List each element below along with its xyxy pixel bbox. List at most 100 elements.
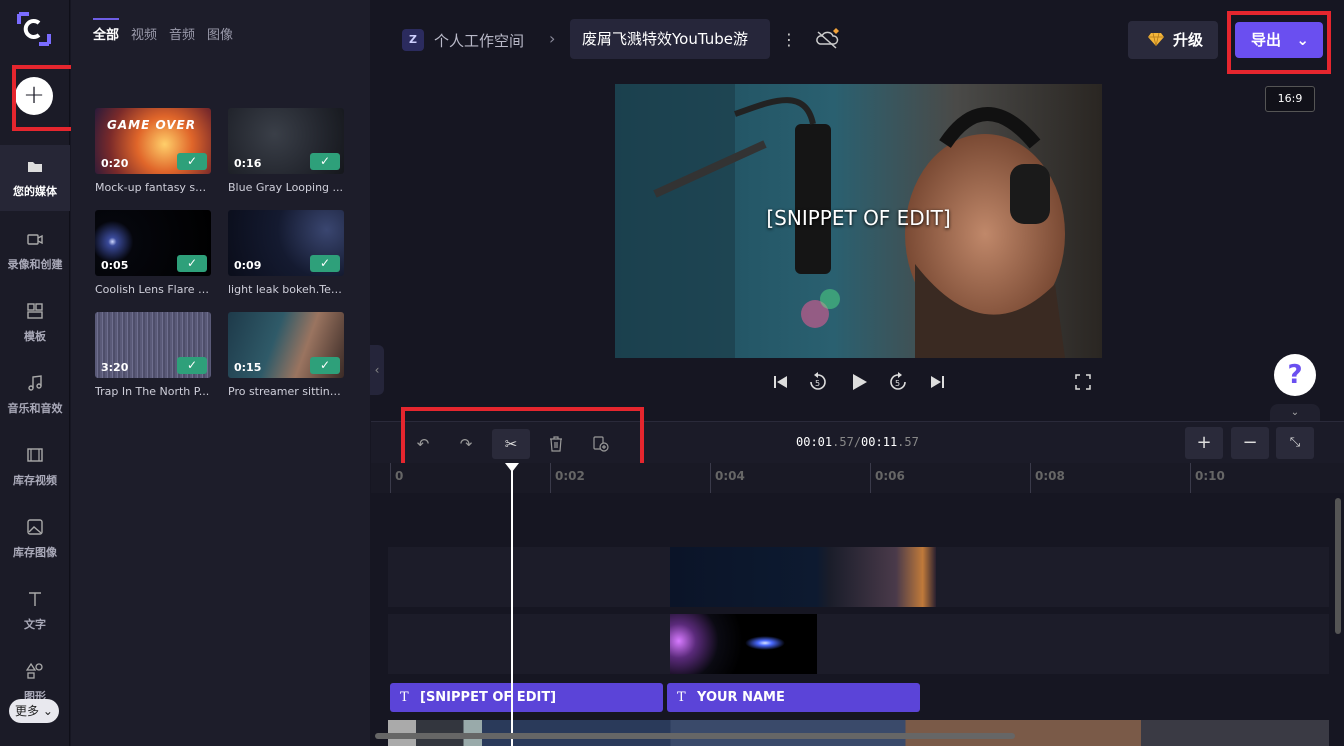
forward-5-icon[interactable]: 5 <box>888 372 908 392</box>
folder-icon <box>28 162 42 172</box>
media-caption: Blue Gray Looping ... <box>228 181 344 194</box>
zoom-fit-button[interactable]: ⤡ <box>1276 427 1314 459</box>
upgrade-button[interactable]: 升级 <box>1128 21 1218 59</box>
export-button[interactable]: 导出 ⌄ <box>1235 22 1323 58</box>
shapes-icon <box>26 662 43 679</box>
text-icon <box>29 592 41 606</box>
rail-item-stock-video[interactable]: 库存视频 <box>0 434 70 500</box>
more-button[interactable]: 更多 ⌄ <box>9 699 59 723</box>
chevron-down-icon[interactable]: ⌄ <box>1270 404 1320 422</box>
media-thumbnail: 0:16 ✓ <box>228 108 344 174</box>
workspace-avatar[interactable]: Z <box>402 29 424 51</box>
vertical-scrollbar[interactable] <box>1335 498 1341 634</box>
timeline-tracks: T [SNIPPET OF EDIT] T YOUR NAME <box>371 493 1344 746</box>
current-time-frac: .57 <box>832 435 854 449</box>
total-time-frac: .57 <box>897 435 919 449</box>
check-icon: ✓ <box>177 357 207 374</box>
media-panel: 全部 视频 音频 图像 GAME OVER 0:20 ✓ Mock-up fantas… <box>71 0 370 746</box>
video-clip[interactable] <box>670 614 817 674</box>
video-clip[interactable] <box>670 547 936 607</box>
current-time: 00:01 <box>796 435 833 449</box>
undo-button[interactable]: ↶ <box>404 429 442 459</box>
workspace-name[interactable]: 个人工作空间 <box>434 30 524 51</box>
left-rail: + 您的媒体 录像和创建 模板 音乐和音效 库存视频 库存图像 文字 图形 更多… <box>0 0 70 746</box>
check-icon: ✓ <box>310 357 340 374</box>
check-icon: ✓ <box>310 255 340 272</box>
text-icon: T <box>677 690 686 705</box>
media-card[interactable]: GAME OVER 0:20 ✓ Mock-up fantasy sp... <box>95 108 211 194</box>
horizontal-scrollbar[interactable] <box>375 733 1015 739</box>
tab-image[interactable]: 图像 <box>207 24 233 49</box>
film-icon <box>27 448 43 462</box>
text-track: T [SNIPPET OF EDIT] T YOUR NAME <box>388 681 1329 712</box>
rail-item-label: 库存图像 <box>13 546 57 559</box>
chevron-right-icon: › <box>549 29 556 48</box>
media-card[interactable]: 0:16 ✓ Blue Gray Looping ... <box>228 108 344 194</box>
camera-icon <box>27 234 43 245</box>
tab-video[interactable]: 视频 <box>131 24 157 49</box>
delete-button[interactable] <box>537 429 575 459</box>
text-clip-label: YOUR NAME <box>697 690 785 705</box>
media-caption: Trap In The North P... <box>95 385 210 398</box>
media-thumbnail: 0:15 ✓ <box>228 312 344 378</box>
collapse-panel-button[interactable]: ‹ <box>370 345 384 395</box>
timeline-toolbar: ↶ ↷ ✂ 00:01.57/00:11.57 + − ⤡ <box>371 421 1344 463</box>
media-thumbnail: 3:20 ✓ <box>95 312 211 378</box>
media-card[interactable]: 0:09 ✓ light leak bokeh.Tes... <box>228 210 344 296</box>
media-card[interactable]: 0:05 ✓ Coolish Lens Flare 1... <box>95 210 211 296</box>
video-track[interactable] <box>388 614 1329 674</box>
preview-overlay-text: [SNIPPET OF EDIT] <box>766 206 951 230</box>
duration-label: 0:15 <box>234 361 262 374</box>
help-button[interactable]: ? <box>1274 354 1316 396</box>
rail-item-templates[interactable]: 模板 <box>0 290 70 356</box>
media-thumbnail: 0:09 ✓ <box>228 210 344 276</box>
split-button[interactable]: ✂ <box>492 429 530 459</box>
playhead[interactable] <box>511 463 513 746</box>
text-clip[interactable]: T YOUR NAME <box>667 683 920 712</box>
skip-back-icon[interactable] <box>771 372 791 392</box>
rail-item-record[interactable]: 录像和创建 <box>0 218 70 284</box>
rail-item-your-media[interactable]: 您的媒体 <box>0 145 70 211</box>
rail-item-label: 文字 <box>24 618 46 631</box>
thumbnail-title: GAME OVER <box>107 118 196 132</box>
more-options-icon[interactable]: ⋮ <box>781 30 797 49</box>
fullscreen-icon[interactable] <box>1073 372 1093 392</box>
rail-item-music[interactable]: 音乐和音效 <box>0 362 70 428</box>
tab-all[interactable]: 全部 <box>93 18 120 49</box>
ruler-tick: 0 <box>390 463 403 493</box>
cloud-off-icon[interactable] <box>814 26 842 52</box>
video-track[interactable] <box>388 547 1329 607</box>
add-media-button[interactable]: + <box>15 77 53 115</box>
diamond-icon <box>1148 32 1164 46</box>
media-card[interactable]: 0:15 ✓ Pro streamer sitting... <box>228 312 344 398</box>
check-icon: ✓ <box>177 153 207 170</box>
rail-item-label: 您的媒体 <box>13 185 57 198</box>
project-title-input[interactable]: 废屑飞溅特效YouTube游 <box>570 19 770 59</box>
play-icon[interactable] <box>849 372 869 392</box>
trash-icon <box>550 436 562 452</box>
media-card[interactable]: 3:20 ✓ Trap In The North P... <box>95 312 211 398</box>
zoom-in-button[interactable]: + <box>1185 427 1223 459</box>
media-caption: Mock-up fantasy sp... <box>95 181 211 194</box>
text-clip[interactable]: T [SNIPPET OF EDIT] <box>390 683 663 712</box>
ruler-tick: 0:08 <box>1030 463 1065 493</box>
rail-item-label: 模板 <box>24 330 46 343</box>
rail-item-stock-images[interactable]: 库存图像 <box>0 506 70 572</box>
duplicate-button[interactable] <box>582 429 620 459</box>
more-label: 更多 <box>15 704 40 718</box>
tab-audio[interactable]: 音频 <box>169 24 195 49</box>
timecode-display: 00:01.57/00:11.57 <box>796 435 919 449</box>
text-icon: T <box>400 690 409 705</box>
video-preview[interactable]: [SNIPPET OF EDIT] <box>615 84 1102 358</box>
duration-label: 3:20 <box>101 361 129 374</box>
rail-item-text[interactable]: 文字 <box>0 578 70 644</box>
rewind-5-icon[interactable]: 5 <box>808 372 828 392</box>
redo-button[interactable]: ↷ <box>447 429 485 459</box>
check-icon: ✓ <box>177 255 207 272</box>
ruler-tick: 0:10 <box>1190 463 1225 493</box>
zoom-out-button[interactable]: − <box>1231 427 1269 459</box>
aspect-ratio-button[interactable]: 16:9 <box>1265 86 1315 112</box>
app-logo[interactable] <box>15 10 53 48</box>
export-label: 导出 <box>1251 31 1282 49</box>
skip-forward-icon[interactable] <box>927 372 947 392</box>
